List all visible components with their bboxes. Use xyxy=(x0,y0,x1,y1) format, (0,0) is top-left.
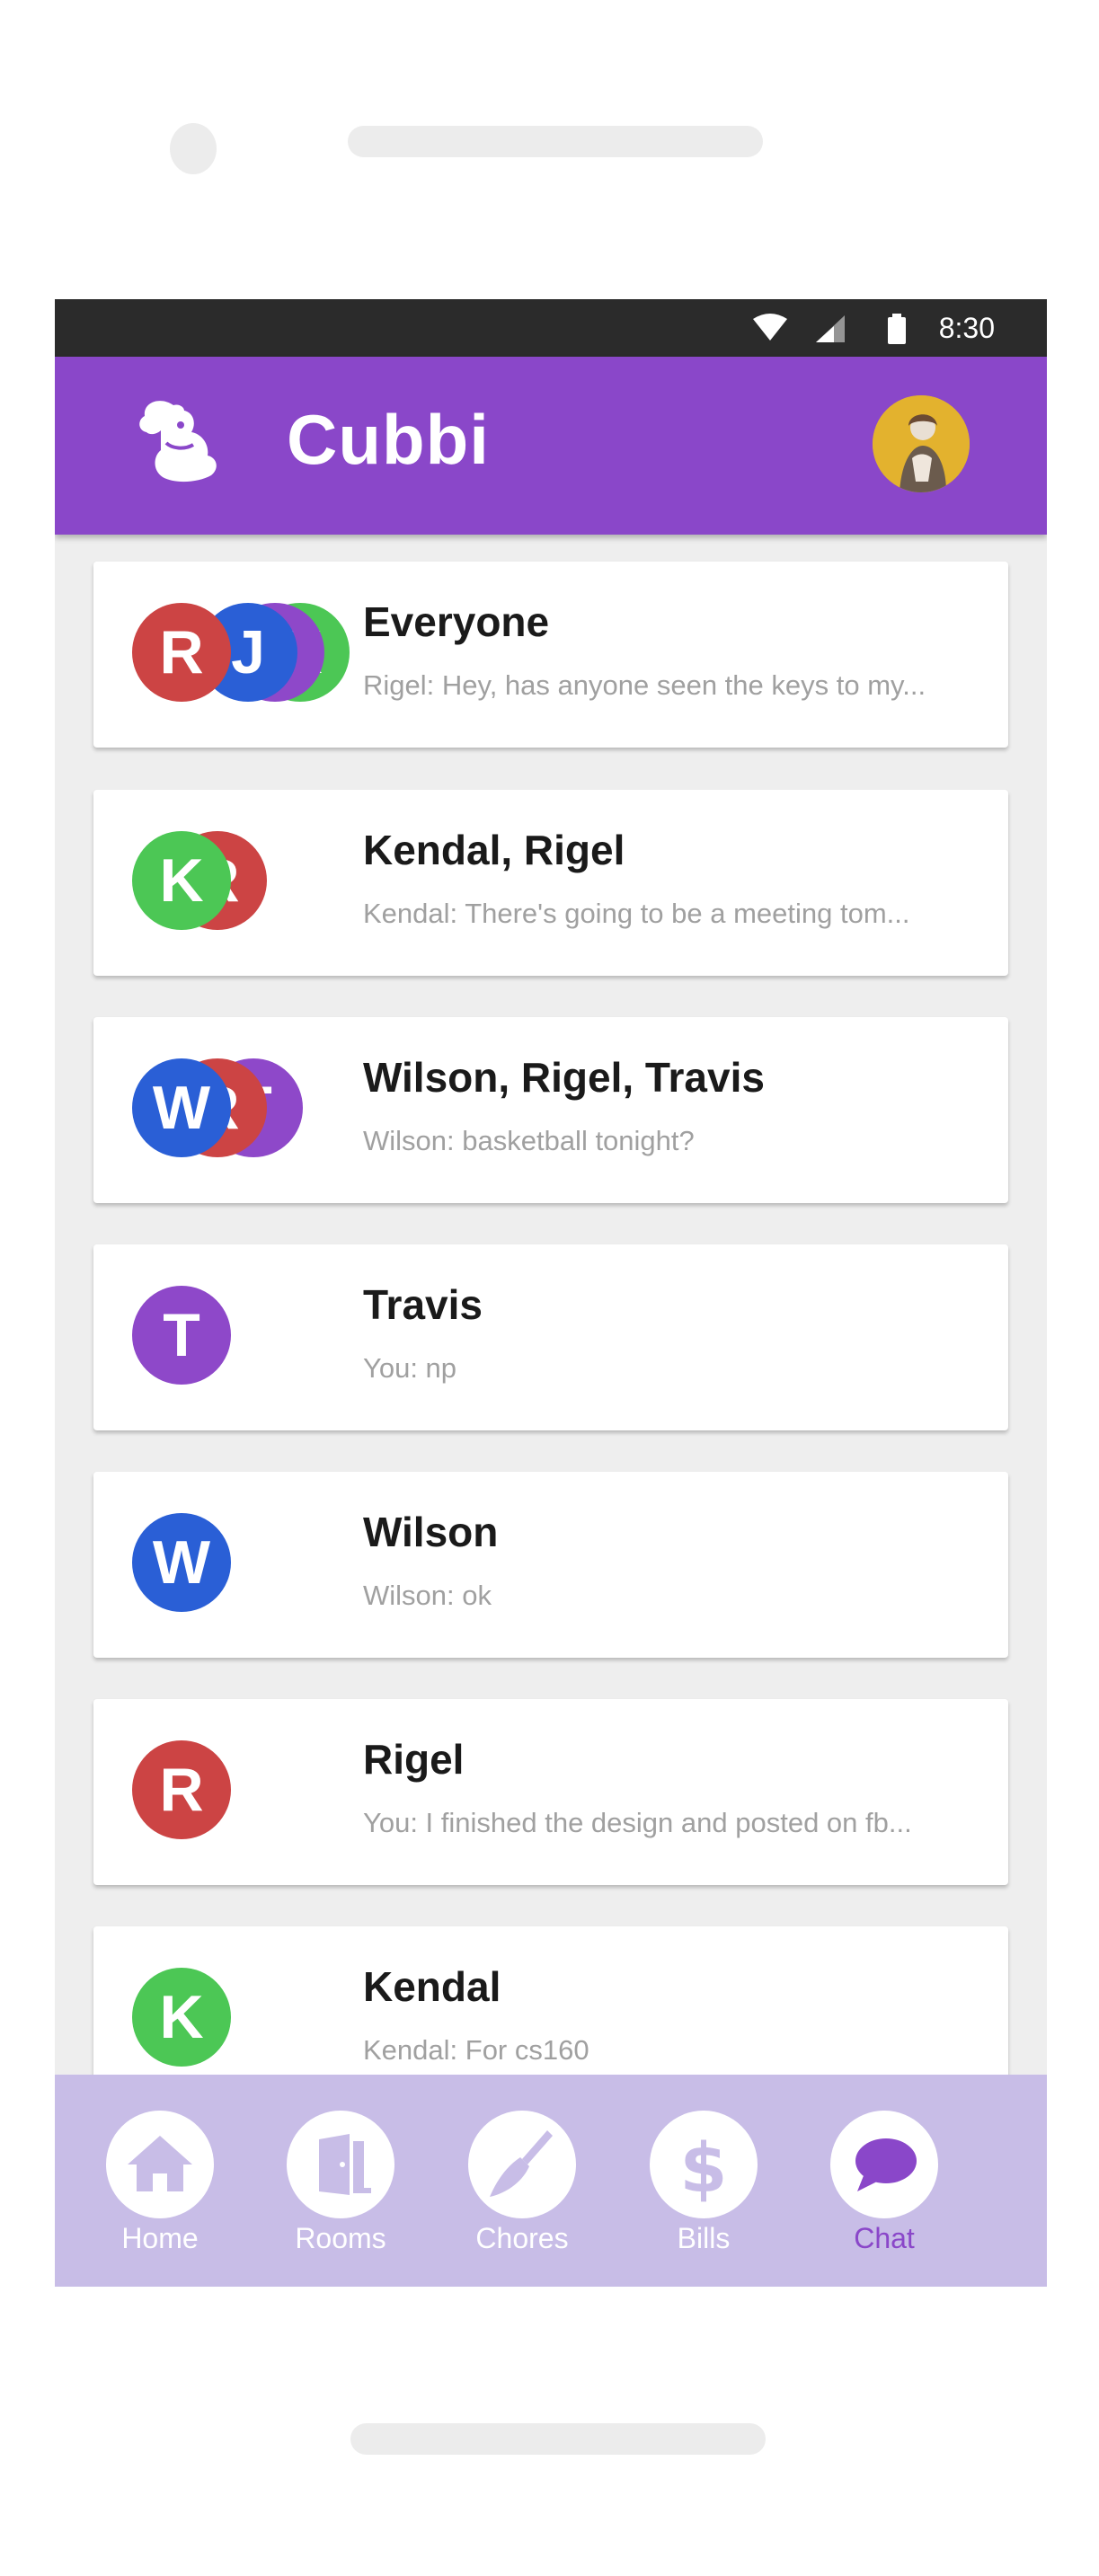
avatar-k: K xyxy=(132,1968,231,2067)
chat-item-kendal-rigel[interactable]: R K Kendal, Rigel Kendal: There's going … xyxy=(93,790,1008,976)
svg-text:$: $ xyxy=(680,2128,728,2208)
chat-name: Travis xyxy=(363,1281,483,1328)
chat-preview: Wilson: basketball tonight? xyxy=(363,1125,695,1156)
chat-preview: Wilson: ok xyxy=(363,1580,492,1611)
cell-signal-icon xyxy=(816,315,845,342)
nav-chat-label: Chat xyxy=(854,2222,915,2254)
home-indicator xyxy=(350,2423,766,2455)
chat-item-wilson[interactable]: W Wilson Wilson: ok xyxy=(93,1472,1008,1658)
phone-screen: 8:30 Cubbi K T J R Everyone Rigel: Hey, … xyxy=(55,299,1047,2287)
nav-chores[interactable]: Chores xyxy=(455,2111,589,2256)
chat-preview: You: np xyxy=(363,1352,457,1384)
nav-chores-label: Chores xyxy=(475,2222,569,2254)
chat-item-kendal[interactable]: K Kendal Kendal: For cs160 xyxy=(93,1926,1008,2096)
avatar-r: R xyxy=(132,603,231,702)
profile-avatar[interactable] xyxy=(873,395,970,492)
chat-list: K T J R Everyone Rigel: Hey, has anyone … xyxy=(55,535,1047,2096)
nav-bills[interactable]: $ Bills xyxy=(636,2111,771,2256)
home-icon xyxy=(128,2136,192,2191)
chat-item-travis[interactable]: T Travis You: np xyxy=(93,1244,1008,1430)
broom-icon xyxy=(490,2130,553,2197)
chat-item-rigel[interactable]: R Rigel You: I finished the design and p… xyxy=(93,1699,1008,1885)
battery-icon xyxy=(888,314,906,344)
chat-name: Rigel xyxy=(363,1736,465,1783)
chat-name: Kendal xyxy=(363,1963,501,2010)
nav-home[interactable]: Home xyxy=(93,2111,227,2256)
app-bar: Cubbi xyxy=(55,357,1047,535)
status-bar: 8:30 xyxy=(55,299,1047,357)
chat-name: Kendal, Rigel xyxy=(363,827,625,873)
profile-photo-icon xyxy=(873,395,970,492)
chat-name: Everyone xyxy=(363,598,550,645)
clock: 8:30 xyxy=(938,312,995,344)
nav-chat[interactable]: Chat xyxy=(817,2111,952,2256)
chat-bubble-icon xyxy=(855,2138,917,2191)
wifi-icon xyxy=(753,314,787,341)
chat-item-everyone[interactable]: K T J R Everyone Rigel: Hey, has anyone … xyxy=(93,562,1008,748)
cubbi-logo-icon xyxy=(139,401,217,482)
chat-preview: Kendal: There's going to be a meeting to… xyxy=(363,898,910,929)
nav-home-label: Home xyxy=(121,2222,199,2254)
chat-name: Wilson, Rigel, Travis xyxy=(363,1054,765,1101)
front-camera xyxy=(170,123,217,174)
door-icon xyxy=(319,2134,371,2195)
chat-item-wilson-rigel-travis[interactable]: T R W Wilson, Rigel, Travis Wilson: bask… xyxy=(93,1017,1008,1203)
app-title: Cubbi xyxy=(287,400,490,479)
chat-preview: Kendal: For cs160 xyxy=(363,2034,589,2066)
speaker-grille xyxy=(348,126,763,157)
dollar-icon: $ xyxy=(680,2128,728,2208)
avatar-w: W xyxy=(132,1513,231,1612)
avatar-t: T xyxy=(132,1286,231,1385)
nav-bills-label: Bills xyxy=(677,2222,731,2254)
nav-rooms[interactable]: Rooms xyxy=(273,2111,408,2256)
chat-preview: You: I finished the design and posted on… xyxy=(363,1807,912,1838)
chat-name: Wilson xyxy=(363,1509,499,1555)
avatar-w: W xyxy=(132,1058,231,1157)
chat-preview: Rigel: Hey, has anyone seen the keys to … xyxy=(363,669,926,701)
avatar-r: R xyxy=(132,1740,231,1839)
bottom-navigation: Home Rooms Chores $ Bills Chat xyxy=(55,2075,1047,2287)
avatar-k: K xyxy=(132,831,231,930)
nav-rooms-label: Rooms xyxy=(295,2222,386,2254)
